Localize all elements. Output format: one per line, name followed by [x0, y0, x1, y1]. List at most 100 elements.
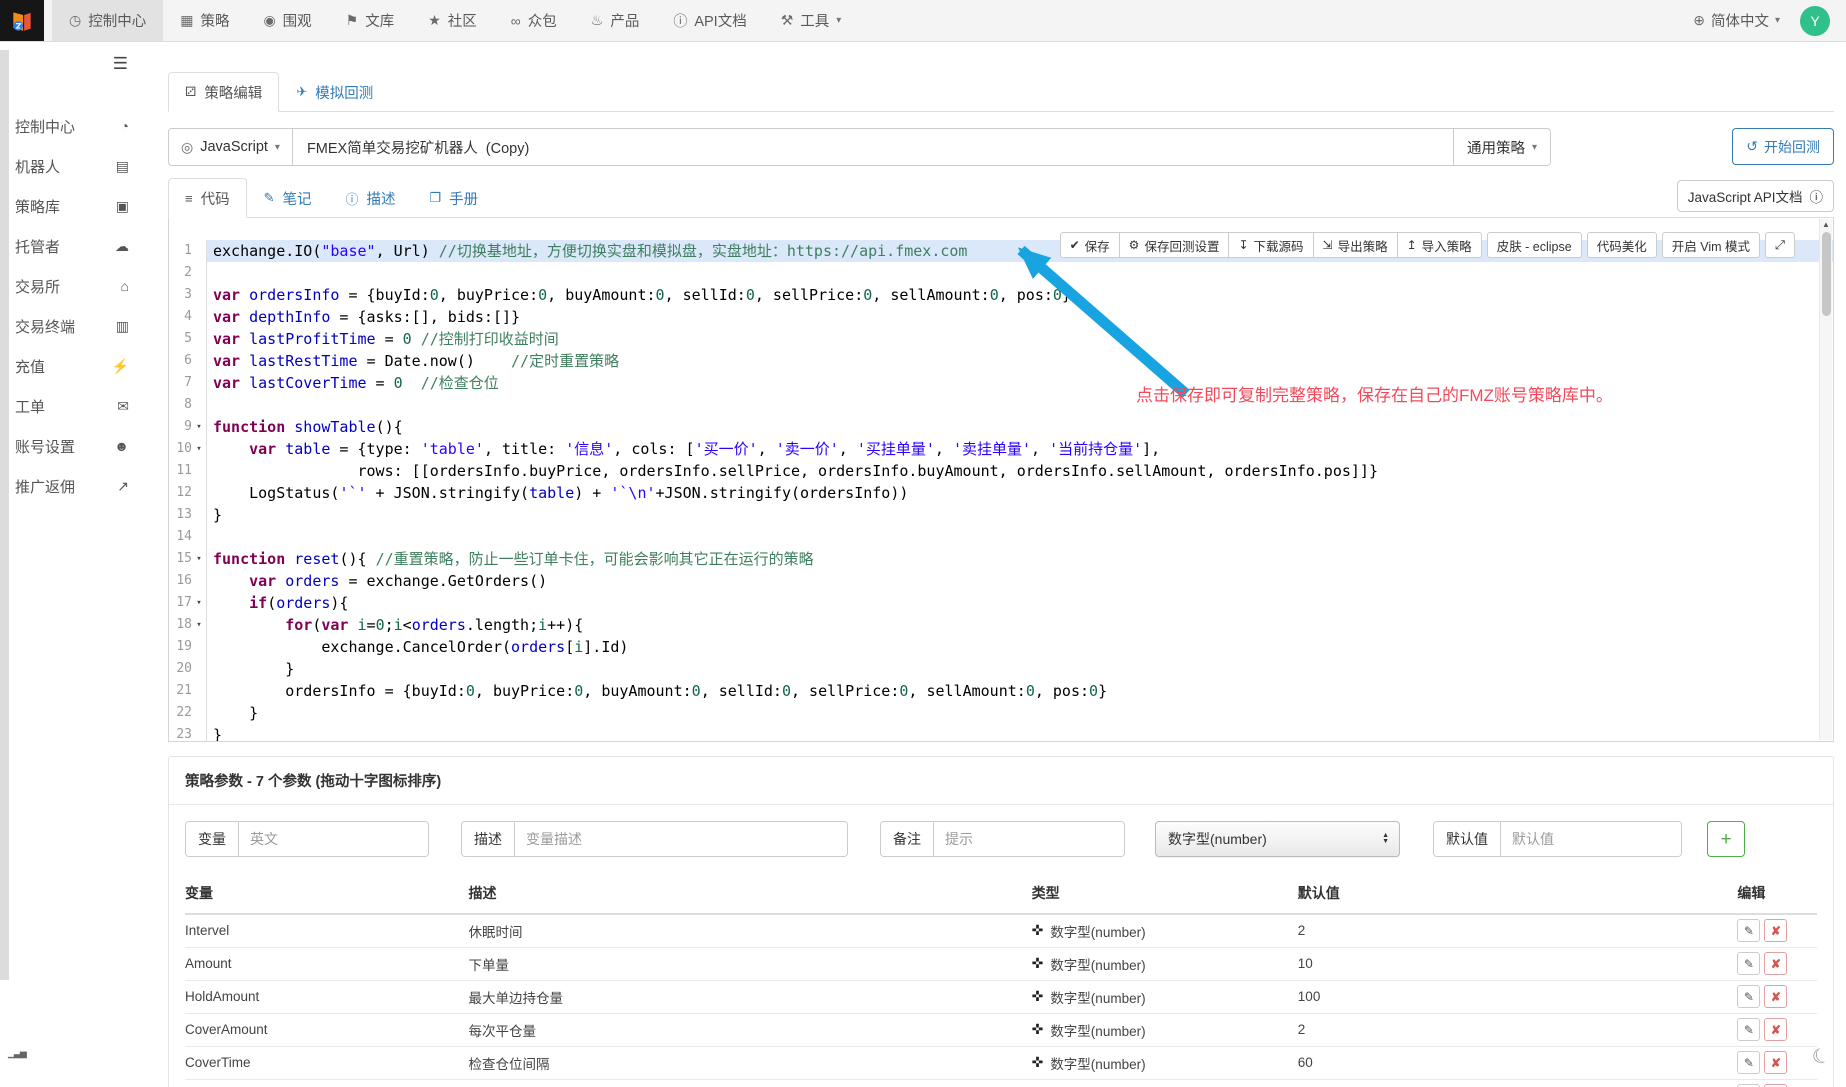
- move-handle-icon[interactable]: ✜: [1032, 988, 1044, 1005]
- sidebar-item-referral[interactable]: 推广返佣↗: [0, 466, 150, 506]
- language-selector[interactable]: ⊕ 简体中文 ▾: [1693, 10, 1780, 31]
- line-number: 1: [169, 240, 207, 262]
- fold-arrow-icon[interactable]: ▾: [192, 614, 206, 636]
- nav-item-strategy[interactable]: ▦ 策略: [163, 0, 246, 41]
- code-line[interactable]: 10▾ var table = {type: 'table', title: '…: [169, 438, 1833, 460]
- edit-param-button[interactable]: ✎: [1737, 919, 1760, 942]
- cart-icon: ▦: [180, 12, 193, 29]
- editor-tab-manual[interactable]: ❐手册: [413, 178, 496, 218]
- sidebar-item-exchanges[interactable]: 交易所⌂: [0, 266, 150, 306]
- code-line[interactable]: 5var lastProfitTime = 0 //控制打印收益时间: [169, 328, 1833, 350]
- code-line[interactable]: 21 ordersInfo = {buyId:0, buyPrice:0, bu…: [169, 680, 1833, 702]
- nav-item-api-docs[interactable]: ⓘAPI文档: [656, 0, 763, 41]
- fmz-logo[interactable]: [0, 0, 44, 41]
- fullscreen-button[interactable]: ⤢: [1765, 232, 1795, 258]
- nav-item-library[interactable]: ⚑文库: [329, 0, 412, 41]
- edit-param-button[interactable]: ✎: [1737, 1051, 1760, 1074]
- code-line[interactable]: 18▾ for(var i=0;i<orders.length;i++){: [169, 614, 1833, 636]
- nav-item-crowdsource[interactable]: ∞众包: [494, 0, 574, 41]
- code-line[interactable]: 12 LogStatus('`' + JSON.stringify(table)…: [169, 482, 1833, 504]
- nav-item-community[interactable]: ★社区: [411, 0, 494, 41]
- code-line[interactable]: 4var depthInfo = {asks:[], bids:[]}: [169, 306, 1833, 328]
- code-line[interactable]: 20 }: [169, 658, 1833, 680]
- api-doc-button[interactable]: JavaScript API文档 ⓘ: [1677, 180, 1834, 212]
- code-line[interactable]: 9▾function showTable(){: [169, 416, 1833, 438]
- sidebar-item-recharge[interactable]: 充值⚡: [0, 346, 150, 386]
- param-type-select[interactable]: 数字型(number) ▲▼: [1155, 821, 1400, 857]
- param-default-cell: 10: [1298, 947, 1738, 980]
- editor-tabs: ≡代码✎笔记ⓘ描述❐手册: [168, 178, 495, 217]
- nav-item-dashboard[interactable]: ◷控制中心: [52, 0, 163, 41]
- skin-button[interactable]: 皮肤 - eclipse: [1487, 232, 1582, 258]
- editor-tab-code[interactable]: ≡代码: [168, 178, 247, 218]
- param-default-input[interactable]: [1501, 822, 1681, 856]
- tab-edit[interactable]: ⚂策略编辑: [168, 72, 279, 112]
- user-avatar[interactable]: Y: [1800, 6, 1830, 36]
- move-handle-icon[interactable]: ✜: [1032, 922, 1044, 939]
- param-var-input[interactable]: [239, 822, 428, 856]
- nav-item-label: 策略: [200, 10, 229, 31]
- code-line[interactable]: 17▾ if(orders){: [169, 592, 1833, 614]
- code-line[interactable]: 19 exchange.CancelOrder(orders[i].Id): [169, 636, 1833, 658]
- export-strategy-button[interactable]: ⇲导出策略: [1314, 232, 1398, 258]
- editor-scrollbar[interactable]: ▲: [1819, 219, 1832, 740]
- sidebar-item-account[interactable]: 账号设置☻: [0, 426, 150, 466]
- scrollbar-up-icon[interactable]: ▲: [1820, 219, 1832, 231]
- strategy-name-input[interactable]: [293, 129, 1453, 165]
- fold-arrow-icon[interactable]: ▾: [192, 416, 206, 438]
- code-line[interactable]: 2: [169, 262, 1833, 284]
- save-button[interactable]: ✔保存: [1060, 232, 1120, 258]
- delete-param-button[interactable]: ✘: [1764, 919, 1787, 942]
- move-handle-icon[interactable]: ✜: [1032, 1054, 1044, 1071]
- sidebar-item-dashboard[interactable]: 控制中心◔: [0, 106, 150, 146]
- nav-item-tools[interactable]: ⚒工具▾: [764, 0, 859, 41]
- sidebar-item-strategies[interactable]: 策略库▣: [0, 186, 150, 226]
- fold-arrow-icon[interactable]: ▾: [192, 548, 206, 570]
- code-editor[interactable]: 1exchange.IO("base", Url) //切换基地址，方便切换实盘…: [168, 218, 1834, 742]
- add-param-button[interactable]: +: [1707, 821, 1745, 857]
- code-line[interactable]: 13}: [169, 504, 1833, 526]
- nav-item-product[interactable]: ♨产品: [574, 0, 657, 41]
- delete-param-button[interactable]: ✘: [1764, 1051, 1787, 1074]
- move-handle-icon[interactable]: ✜: [1032, 955, 1044, 972]
- tab-backtest[interactable]: ✈模拟回测: [279, 72, 390, 112]
- code-line[interactable]: 14: [169, 526, 1833, 548]
- code-line[interactable]: 11 rows: [[ordersInfo.buyPrice, ordersIn…: [169, 460, 1833, 482]
- download-source-button[interactable]: ↧下载源码: [1229, 232, 1313, 258]
- sidebar-item-terminal[interactable]: 交易终端▥: [0, 306, 150, 346]
- code-line[interactable]: 22 }: [169, 702, 1833, 724]
- sidebar-item-robots[interactable]: 机器人▤: [0, 146, 150, 186]
- start-backtest-button[interactable]: ↺ 开始回测: [1732, 128, 1834, 165]
- hamburger-menu-icon[interactable]: ☰: [113, 54, 128, 74]
- delete-param-button[interactable]: ✘: [1764, 952, 1787, 975]
- sidebar-item-tickets[interactable]: 工单✉: [0, 386, 150, 426]
- import-strategy-button[interactable]: ↥导入策略: [1398, 232, 1482, 258]
- code-line[interactable]: 3var ordersInfo = {buyId:0, buyPrice:0, …: [169, 284, 1833, 306]
- code-line[interactable]: 23}: [169, 724, 1833, 742]
- delete-param-button[interactable]: ✘: [1764, 985, 1787, 1008]
- beautify-button[interactable]: 代码美化: [1587, 232, 1657, 258]
- share-icon: ↗: [117, 478, 129, 495]
- edit-param-button[interactable]: ✎: [1737, 952, 1760, 975]
- save-settings-button[interactable]: ⚙保存回测设置: [1120, 232, 1230, 258]
- fold-arrow-icon[interactable]: ▾: [192, 438, 206, 460]
- editor-tab-notes[interactable]: ✎笔记: [247, 178, 329, 218]
- param-desc-input[interactable]: [515, 822, 847, 856]
- category-dropdown[interactable]: 通用策略 ▾: [1453, 129, 1550, 165]
- fold-arrow-icon[interactable]: ▾: [192, 592, 206, 614]
- save-settings-label: 保存回测设置: [1144, 236, 1219, 255]
- editor-tab-desc[interactable]: ⓘ描述: [329, 178, 413, 218]
- move-handle-icon[interactable]: ✜: [1032, 1021, 1044, 1038]
- language-dropdown[interactable]: ◎ JavaScript ▾: [169, 129, 293, 165]
- nav-item-watch[interactable]: ◉围观: [246, 0, 328, 41]
- sidebar-item-hosts[interactable]: 托管者☁: [0, 226, 150, 266]
- vim-mode-button[interactable]: 开启 Vim 模式: [1662, 232, 1760, 258]
- code-line[interactable]: 6var lastRestTime = Date.now() //定时重置策略: [169, 350, 1833, 372]
- scrollbar-thumb[interactable]: [1822, 232, 1831, 316]
- code-line[interactable]: 16 var orders = exchange.GetOrders(): [169, 570, 1833, 592]
- param-remark-input[interactable]: [934, 822, 1124, 856]
- edit-param-button[interactable]: ✎: [1737, 985, 1760, 1008]
- delete-param-button[interactable]: ✘: [1764, 1018, 1787, 1041]
- code-line[interactable]: 15▾function reset(){ //重置策略，防止一些订单卡住，可能会…: [169, 548, 1833, 570]
- edit-param-button[interactable]: ✎: [1737, 1018, 1760, 1041]
